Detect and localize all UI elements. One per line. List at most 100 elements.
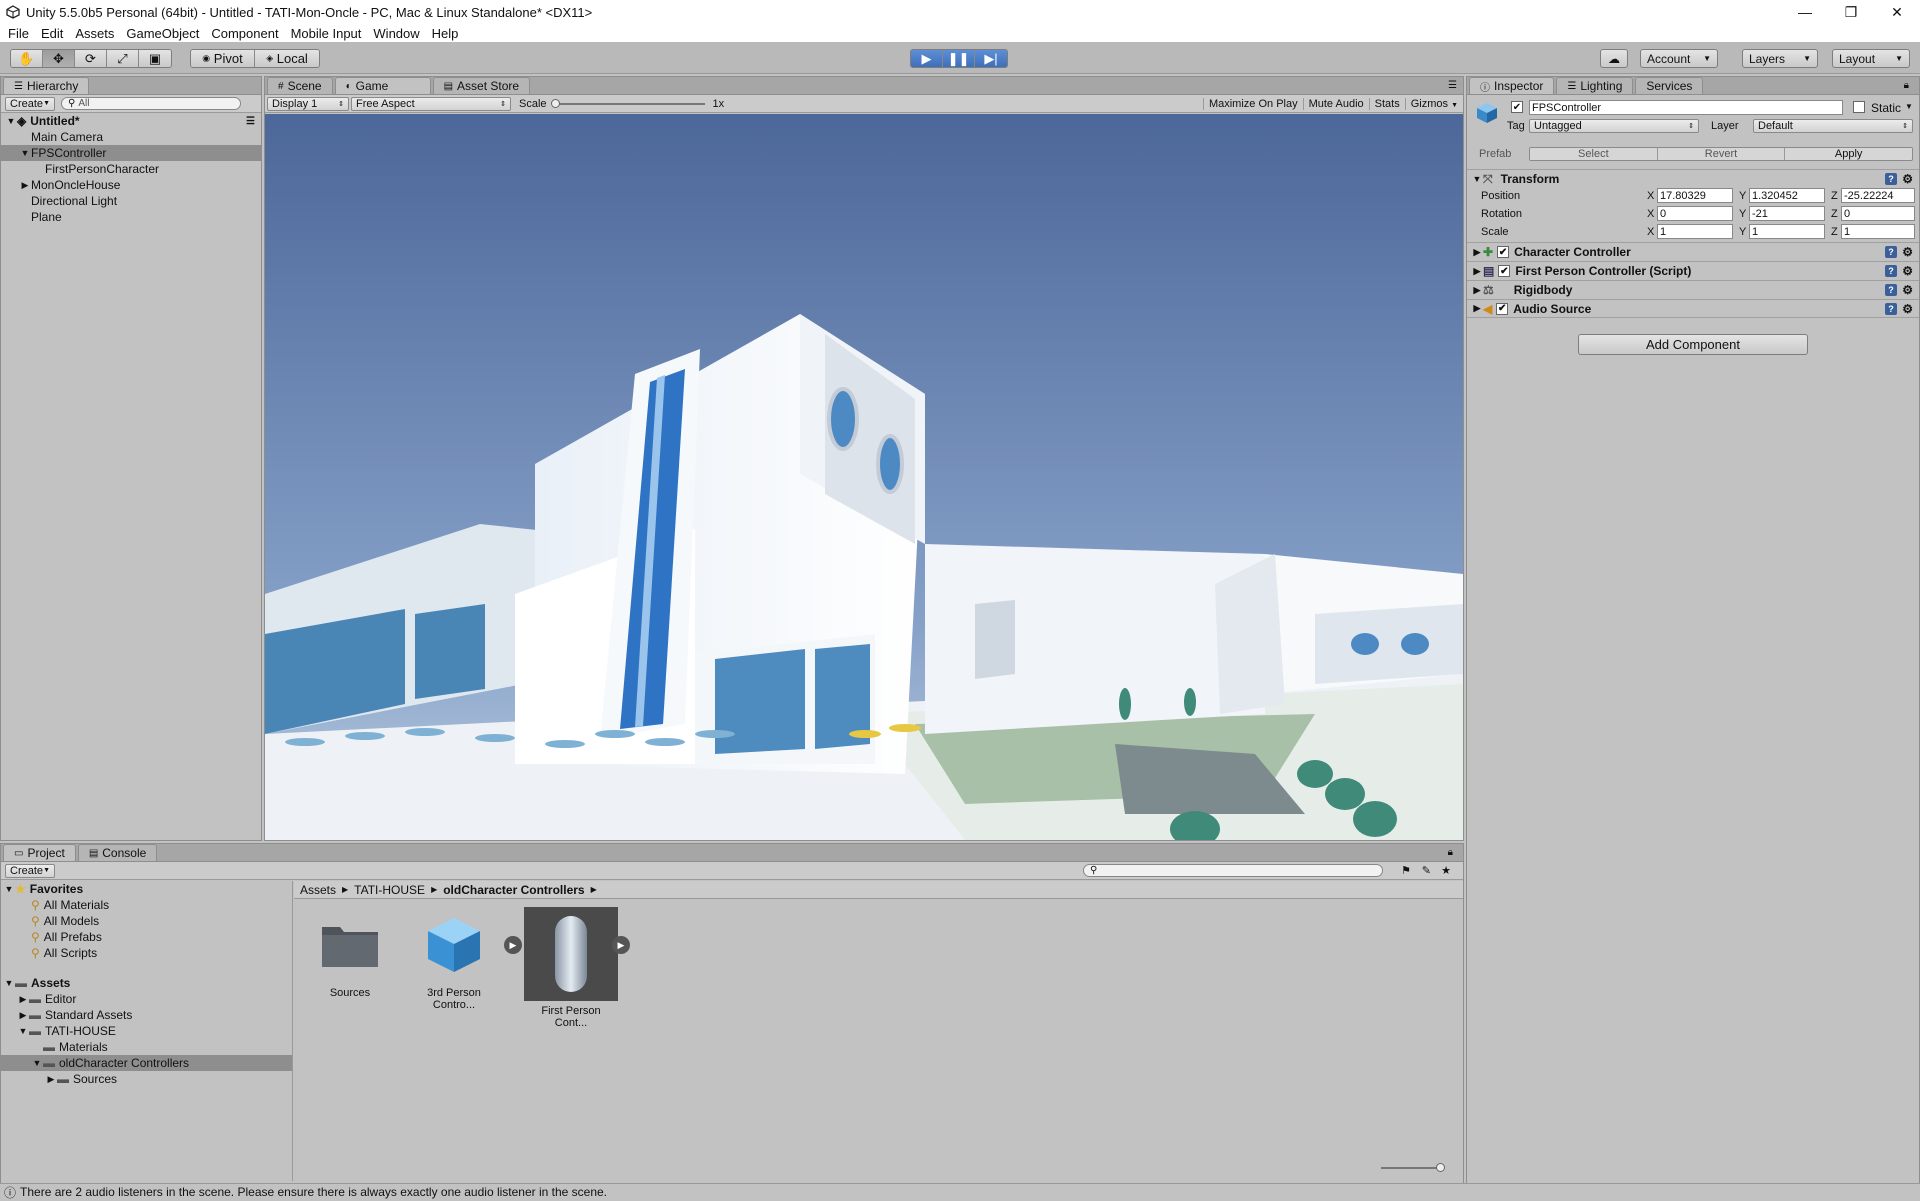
rotation-y-field[interactable]: -21 [1749, 206, 1825, 221]
icon-size-slider-thumb[interactable] [1436, 1163, 1445, 1172]
transform-component-header[interactable]: ▼ ⤧ Transform ? ⚙ [1467, 169, 1919, 188]
pause-icon[interactable]: ❚❚ [943, 50, 975, 67]
breadcrumb-item[interactable]: TATI-HOUSE [354, 883, 425, 897]
hand-tool-icon[interactable]: ✋ [11, 50, 43, 67]
scene-root[interactable]: ▼ ◈ Untitled* ☰ [1, 113, 261, 129]
help-icon[interactable]: ? [1885, 246, 1897, 258]
rotation-x-field[interactable]: 0 [1657, 206, 1733, 221]
tab-services[interactable]: Services [1635, 77, 1704, 94]
tab-project[interactable]: ▭ Project [3, 844, 76, 861]
prefab-revert-button[interactable]: Revert [1657, 148, 1786, 160]
gear-icon[interactable]: ⚙ [1902, 245, 1913, 259]
play-icon[interactable]: ▶ [911, 50, 943, 67]
scale-y-field[interactable]: 1 [1749, 224, 1825, 239]
hierarchy-item-criticalhouse[interactable]: ▶ MonOncleHouse [1, 177, 261, 193]
folder-oldcharacter-controllers[interactable]: ▼ ▬ oldCharacter Controllers [1, 1055, 292, 1071]
stats-button[interactable]: Stats [1368, 97, 1405, 110]
tab-console[interactable]: ▤ Console [77, 844, 158, 861]
folder-sources[interactable]: ▶ ▬ Sources [1, 1071, 292, 1087]
collapse-arrow-icon[interactable]: ▶ [1471, 285, 1483, 296]
tab-game[interactable]: ◐ Game [334, 77, 431, 94]
audio-source-component[interactable]: ▶ ◀ ✔ Audio Source ? ⚙ [1467, 299, 1919, 318]
maximize-on-play-button[interactable]: Maximize On Play [1202, 97, 1303, 110]
add-component-button[interactable]: Add Component [1578, 334, 1808, 355]
help-icon[interactable]: ? [1885, 302, 1897, 315]
expand-prefab-icon[interactable]: ▶ [612, 936, 630, 954]
collapse-arrow-icon[interactable]: ▶ [17, 994, 29, 1005]
scale-slider-thumb[interactable] [550, 98, 560, 108]
favorite-all-materials[interactable]: ⚲ All Materials [1, 897, 292, 913]
rotate-tool-icon[interactable]: ⟳ [75, 50, 107, 67]
scale-slider[interactable] [550, 98, 705, 108]
layout-dropdown[interactable]: Layout ▼ [1832, 49, 1910, 68]
folder-tati-house[interactable]: ▼ ▬ TATI-HOUSE [1, 1023, 292, 1039]
asset-third-person-controller[interactable]: 3rd Person Contro... [409, 909, 499, 1011]
star-icon[interactable]: ★ [1441, 864, 1451, 877]
menu-component[interactable]: Component [211, 26, 278, 41]
move-tool-icon[interactable]: ✥ [43, 50, 75, 67]
scale-z-field[interactable]: 1 [1841, 224, 1915, 239]
mute-audio-button[interactable]: Mute Audio [1302, 97, 1369, 110]
component-enabled-checkbox[interactable]: ✔ [1496, 302, 1509, 315]
collapse-arrow-icon[interactable]: ▶ [17, 1010, 29, 1021]
collapse-arrow-icon[interactable]: ▶ [19, 180, 31, 191]
gear-icon[interactable]: ⚙ [1902, 302, 1913, 316]
static-checkbox[interactable] [1853, 101, 1865, 113]
tab-lighting[interactable]: ☰ Lighting [1556, 77, 1634, 94]
scale-tool-icon[interactable]: ⤢ [107, 50, 139, 67]
tab-inspector[interactable]: ⓘ Inspector [1469, 77, 1555, 94]
rigidbody-component[interactable]: ▶ ⚖ Rigidbody ? ⚙ [1467, 280, 1919, 299]
hierarchy-item-directional-light[interactable]: Directional Light [1, 193, 261, 209]
tab-scene[interactable]: # Scene [267, 77, 333, 94]
account-dropdown[interactable]: Account ▼ [1640, 49, 1718, 68]
help-icon[interactable]: ? [1885, 173, 1897, 185]
prefab-select-button[interactable]: Select [1530, 148, 1658, 160]
expand-arrow-icon[interactable]: ▼ [5, 116, 17, 126]
lock-icon[interactable]: 🔒︎ [1904, 80, 1909, 91]
cloud-icon[interactable]: ☁ [1600, 49, 1628, 68]
hierarchy-item-fpscontroller[interactable]: ▼ FPSController [1, 145, 261, 161]
asset-first-person-controller[interactable] [524, 907, 618, 1001]
position-x-field[interactable]: 17.80329 [1657, 188, 1733, 203]
folder-standard-assets[interactable]: ▶ ▬ Standard Assets [1, 1007, 292, 1023]
layers-dropdown[interactable]: Layers ▼ [1742, 49, 1818, 68]
project-create-button[interactable]: Create ▼ [5, 863, 55, 878]
breadcrumb-item[interactable]: oldCharacter Controllers [443, 883, 584, 897]
restore-button[interactable]: ❐ [1828, 0, 1874, 24]
menu-mobile-input[interactable]: Mobile Input [291, 26, 362, 41]
lock-icon[interactable]: 🔒︎ [1448, 847, 1453, 858]
position-y-field[interactable]: 1.320452 [1749, 188, 1825, 203]
expand-arrow-icon[interactable]: ▼ [1471, 174, 1483, 184]
favorites-header[interactable]: ▼ ★ Favorites [1, 881, 292, 897]
position-z-field[interactable]: -25.22224 [1841, 188, 1915, 203]
character-controller-component[interactable]: ▶ ✚ ✔ Character Controller ? ⚙ [1467, 242, 1919, 261]
expand-arrow-icon[interactable]: ▼ [3, 978, 15, 988]
hierarchy-item-firstpersoncharacter[interactable]: FirstPersonCharacter [1, 161, 261, 177]
object-name-field[interactable]: FPSController [1529, 100, 1843, 115]
hierarchy-item-main-camera[interactable]: Main Camera [1, 129, 261, 145]
hierarchy-search-input[interactable]: ⚲ All [61, 97, 241, 110]
rect-tool-icon[interactable]: ▣ [139, 50, 171, 67]
menu-icon[interactable]: ☰ [246, 116, 255, 127]
favorite-all-prefabs[interactable]: ⚲ All Prefabs [1, 929, 292, 945]
step-icon[interactable]: ▶| [975, 50, 1007, 67]
favorite-all-scripts[interactable]: ⚲ All Scripts [1, 945, 292, 961]
expand-arrow-icon[interactable]: ▼ [31, 1058, 43, 1068]
menu-gameobject[interactable]: GameObject [126, 26, 199, 41]
gear-icon[interactable]: ⚙ [1902, 264, 1913, 278]
local-button[interactable]: ◈ Local [255, 50, 319, 67]
display-dropdown[interactable]: Display 1 ⇕ [267, 96, 349, 111]
component-enabled-checkbox[interactable]: ✔ [1497, 246, 1510, 258]
minimize-button[interactable]: — [1782, 0, 1828, 24]
expand-arrow-icon[interactable]: ▼ [3, 884, 15, 894]
game-viewport[interactable] [265, 114, 1463, 840]
menu-file[interactable]: File [8, 26, 29, 41]
menu-help[interactable]: Help [432, 26, 459, 41]
hierarchy-create-button[interactable]: Create ▼ [5, 96, 55, 111]
expand-prefab-icon[interactable]: ▶ [504, 936, 522, 954]
tab-asset-store[interactable]: ▤ Asset Store [432, 77, 531, 94]
close-button[interactable]: ✕ [1874, 0, 1920, 24]
collapse-arrow-icon[interactable]: ▶ [45, 1074, 57, 1085]
active-checkbox[interactable]: ✔ [1511, 101, 1523, 113]
tab-hierarchy[interactable]: ☰ Hierarchy [3, 77, 90, 94]
